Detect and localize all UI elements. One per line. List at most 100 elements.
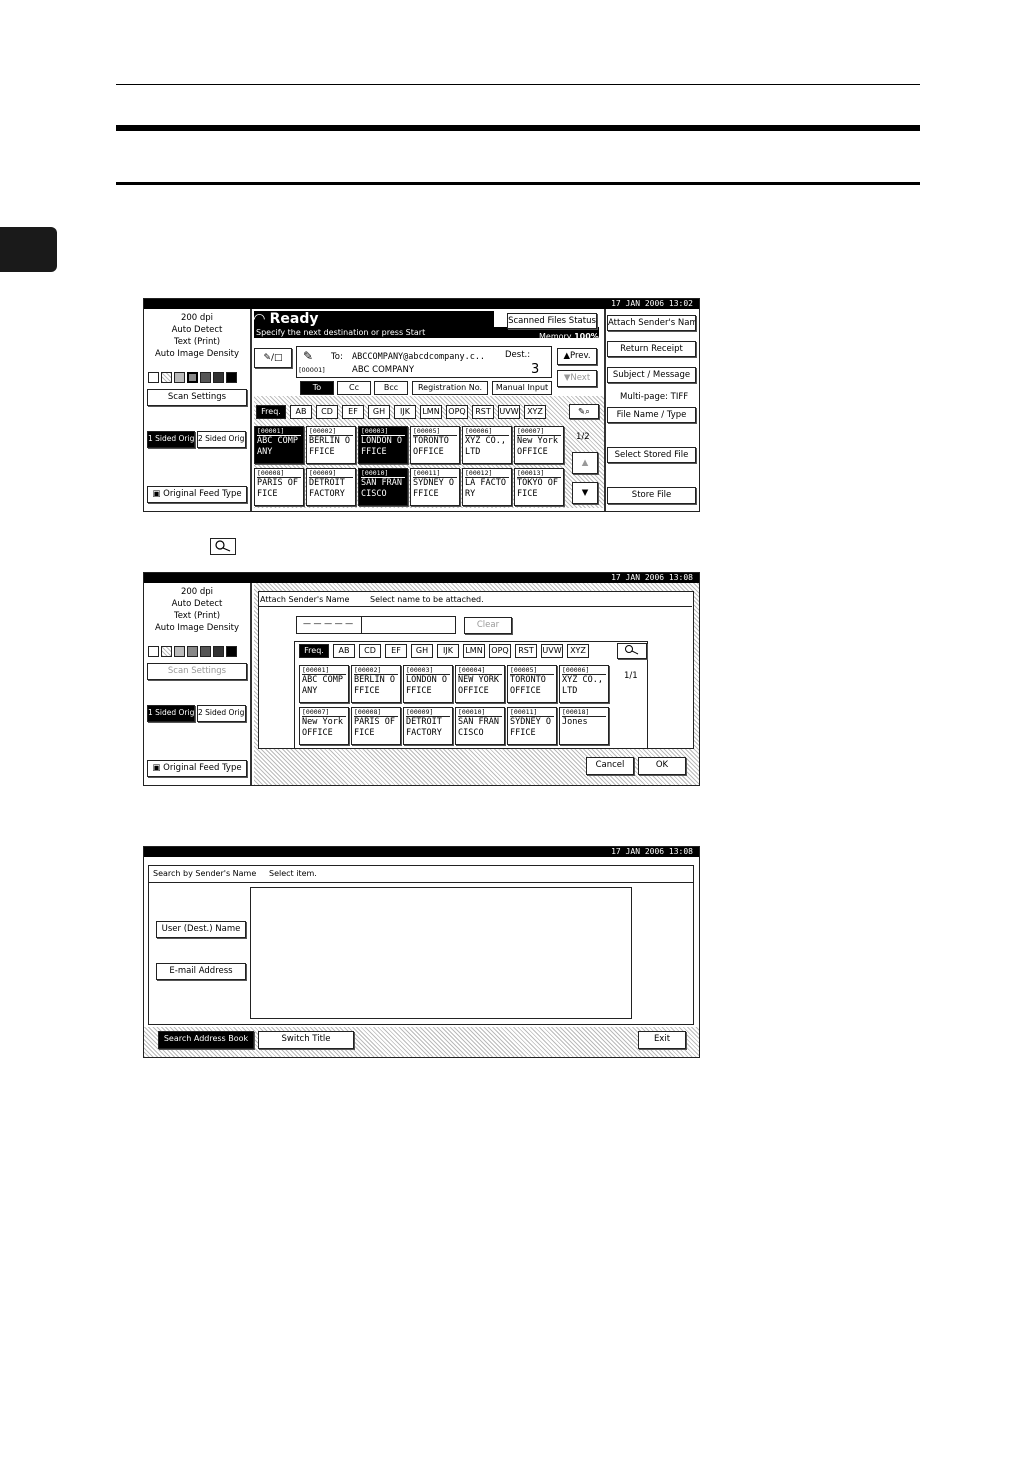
registration-no-button[interactable]: Registration No. [412,381,488,395]
scroll-up-button[interactable]: ▲ [572,452,598,474]
screen-search-by-senders-name: 17 JAN 2006 13:08 Search by Sender's Nam… [143,846,700,1058]
destination-key[interactable]: [00009] DETROIT FACTORY [403,707,453,745]
destination-key[interactable]: [00002] BERLIN O FFICE [306,426,356,464]
pen-mode-button[interactable]: ✎/□ [254,348,292,368]
cancel-button[interactable]: Cancel [586,757,634,775]
index-tab[interactable]: IJK [437,644,459,658]
subject-message-button[interactable]: Subject / Message [607,367,696,383]
destination-key[interactable]: [00010] SAN FRAN CISCO [455,707,505,745]
datetime-bar: 17 JAN 2006 13:08 [144,573,699,583]
index-tab[interactable]: Freq. [256,405,286,419]
screen-attach-senders-name: 17 JAN 2006 13:08 200 dpi Auto Detect Te… [143,572,700,786]
destination-key[interactable]: [00011] SYDNEY O FFICE [410,468,460,506]
index-tab[interactable]: AB [333,644,355,658]
two-sided-button[interactable]: 2 Sided Orig. [197,705,246,722]
index-tab[interactable]: UVW [541,644,563,658]
sender-name-input[interactable]: — — — — — [296,616,456,634]
email-address-button[interactable]: E-mail Address [156,963,246,980]
search-results-area[interactable] [250,887,632,1019]
index-tab[interactable]: EF [342,405,364,419]
scan-settings-button[interactable]: Scan Settings [147,663,247,680]
destination-key[interactable]: [00001] ABC COMP ANY [299,665,349,703]
destination-key[interactable]: [00008] PARIS OF FICE [351,707,401,745]
index-tab[interactable]: UVW [498,405,520,419]
destination-key[interactable]: [00007] New York OFFICE [514,426,564,464]
density-mode: Auto Image Density [154,349,240,359]
destination-key[interactable]: [00011] SYDNEY O FFICE [507,707,557,745]
index-tab[interactable]: OPQ [489,644,511,658]
entry-name: ABC COMPANY [352,365,415,375]
destination-key[interactable]: [00005] TORONTO OFFICE [410,426,460,464]
index-tab[interactable]: CD [316,405,338,419]
destination-name-line2: FACTORY [406,728,442,738]
destination-key[interactable]: [00002] BERLIN O FFICE [351,665,401,703]
density-scale[interactable] [148,372,246,383]
switch-title-button[interactable]: Switch Title [258,1031,354,1049]
original-feed-type-button[interactable]: ▣ Original Feed Type [147,486,247,503]
index-tab[interactable]: Freq. [299,644,329,658]
destination-key[interactable]: [00001] ABC COMP ANY [254,426,304,464]
destination-key[interactable]: [00003] LONDON O FFICE [403,665,453,703]
file-name-type-button[interactable]: File Name / Type [607,407,696,423]
destination-key[interactable]: [00009] DETROIT FACTORY [306,468,356,506]
scroll-down-button[interactable]: ▼ [572,482,598,504]
scanned-files-status-button[interactable]: Scanned Files Status [507,313,597,329]
destination-name-line2: FFICE [309,447,335,457]
index-tab[interactable]: RST [515,644,537,658]
destination-key[interactable]: [00005] TORONTO OFFICE [507,665,557,703]
search-destination-button[interactable]: ✎⌕ [569,404,599,419]
index-tab[interactable]: XYZ [524,405,546,419]
tab-cc[interactable]: Cc [337,381,371,395]
index-tab[interactable]: IJK [394,405,416,419]
store-file-button[interactable]: Store File [607,487,696,504]
next-button[interactable]: ▼Next [557,370,597,387]
attach-senders-name-button[interactable]: Attach Sender's Name [607,315,696,331]
destination-number: [00001] [302,666,346,675]
return-receipt-button[interactable]: Return Receipt [607,341,696,357]
destination-name-line1: LONDON O [361,436,402,446]
destination-key[interactable]: [00012] LA FACTO RY [462,468,512,506]
index-tab[interactable]: EF [385,644,407,658]
dest-label: Dest.: [505,350,531,360]
destination-name-line1: SYDNEY O [510,717,551,727]
index-tab[interactable]: CD [359,644,381,658]
destination-key[interactable]: [00018] Jones [559,707,609,745]
destination-number: [00002] [354,666,398,675]
destination-key[interactable]: [00006] XYZ CO., LTD [462,426,512,464]
destination-key[interactable]: [00010] SAN FRAN CISCO [358,468,408,506]
ok-button[interactable]: OK [638,757,686,775]
tab-bcc[interactable]: Bcc [374,381,408,395]
density-scale[interactable] [148,646,246,657]
original-feed-type-button[interactable]: ▣ Original Feed Type [147,760,247,777]
page-indicator: 1/2 [576,432,590,442]
select-stored-file-button[interactable]: Select Stored File [607,447,696,463]
index-tab[interactable]: LMN [463,644,485,658]
two-sided-button[interactable]: 2 Sided Orig. [197,431,246,448]
user-dest-name-button[interactable]: User (Dest.) Name [156,921,246,938]
index-tab[interactable]: GH [411,644,433,658]
index-tab[interactable]: RST [472,405,494,419]
clear-button[interactable]: Clear [464,617,512,634]
index-tab[interactable]: AB [290,405,312,419]
destination-key[interactable]: [00013] TOKYO OF FICE [514,468,564,506]
index-tab[interactable]: XYZ [567,644,589,658]
destination-key[interactable]: [00003] LONDON O FFICE [358,426,408,464]
destination-name-line1: SAN FRAN [361,478,402,488]
destination-key[interactable]: [00007] New York OFFICE [299,707,349,745]
search-sender-button[interactable] [617,643,647,659]
index-tab[interactable]: GH [368,405,390,419]
destination-name-line1: LONDON O [406,675,447,685]
index-tab[interactable]: LMN [420,405,442,419]
index-tab[interactable]: OPQ [446,405,468,419]
manual-input-button[interactable]: Manual Input [492,381,552,395]
destination-key[interactable]: [00006] XYZ CO., LTD [559,665,609,703]
scan-settings-button[interactable]: Scan Settings [147,389,247,406]
one-sided-button[interactable]: 1 Sided Orig. [147,431,195,448]
prev-button[interactable]: ▲Prev. [557,348,597,365]
one-sided-button[interactable]: 1 Sided Orig. [147,705,195,722]
tab-to[interactable]: To [300,381,334,395]
exit-button[interactable]: Exit [638,1031,686,1049]
destination-key[interactable]: [00008] PARIS OF FICE [254,468,304,506]
destination-key[interactable]: [00004] NEW YORK OFFICE [455,665,505,703]
search-address-book-button[interactable]: Search Address Book [158,1031,254,1049]
